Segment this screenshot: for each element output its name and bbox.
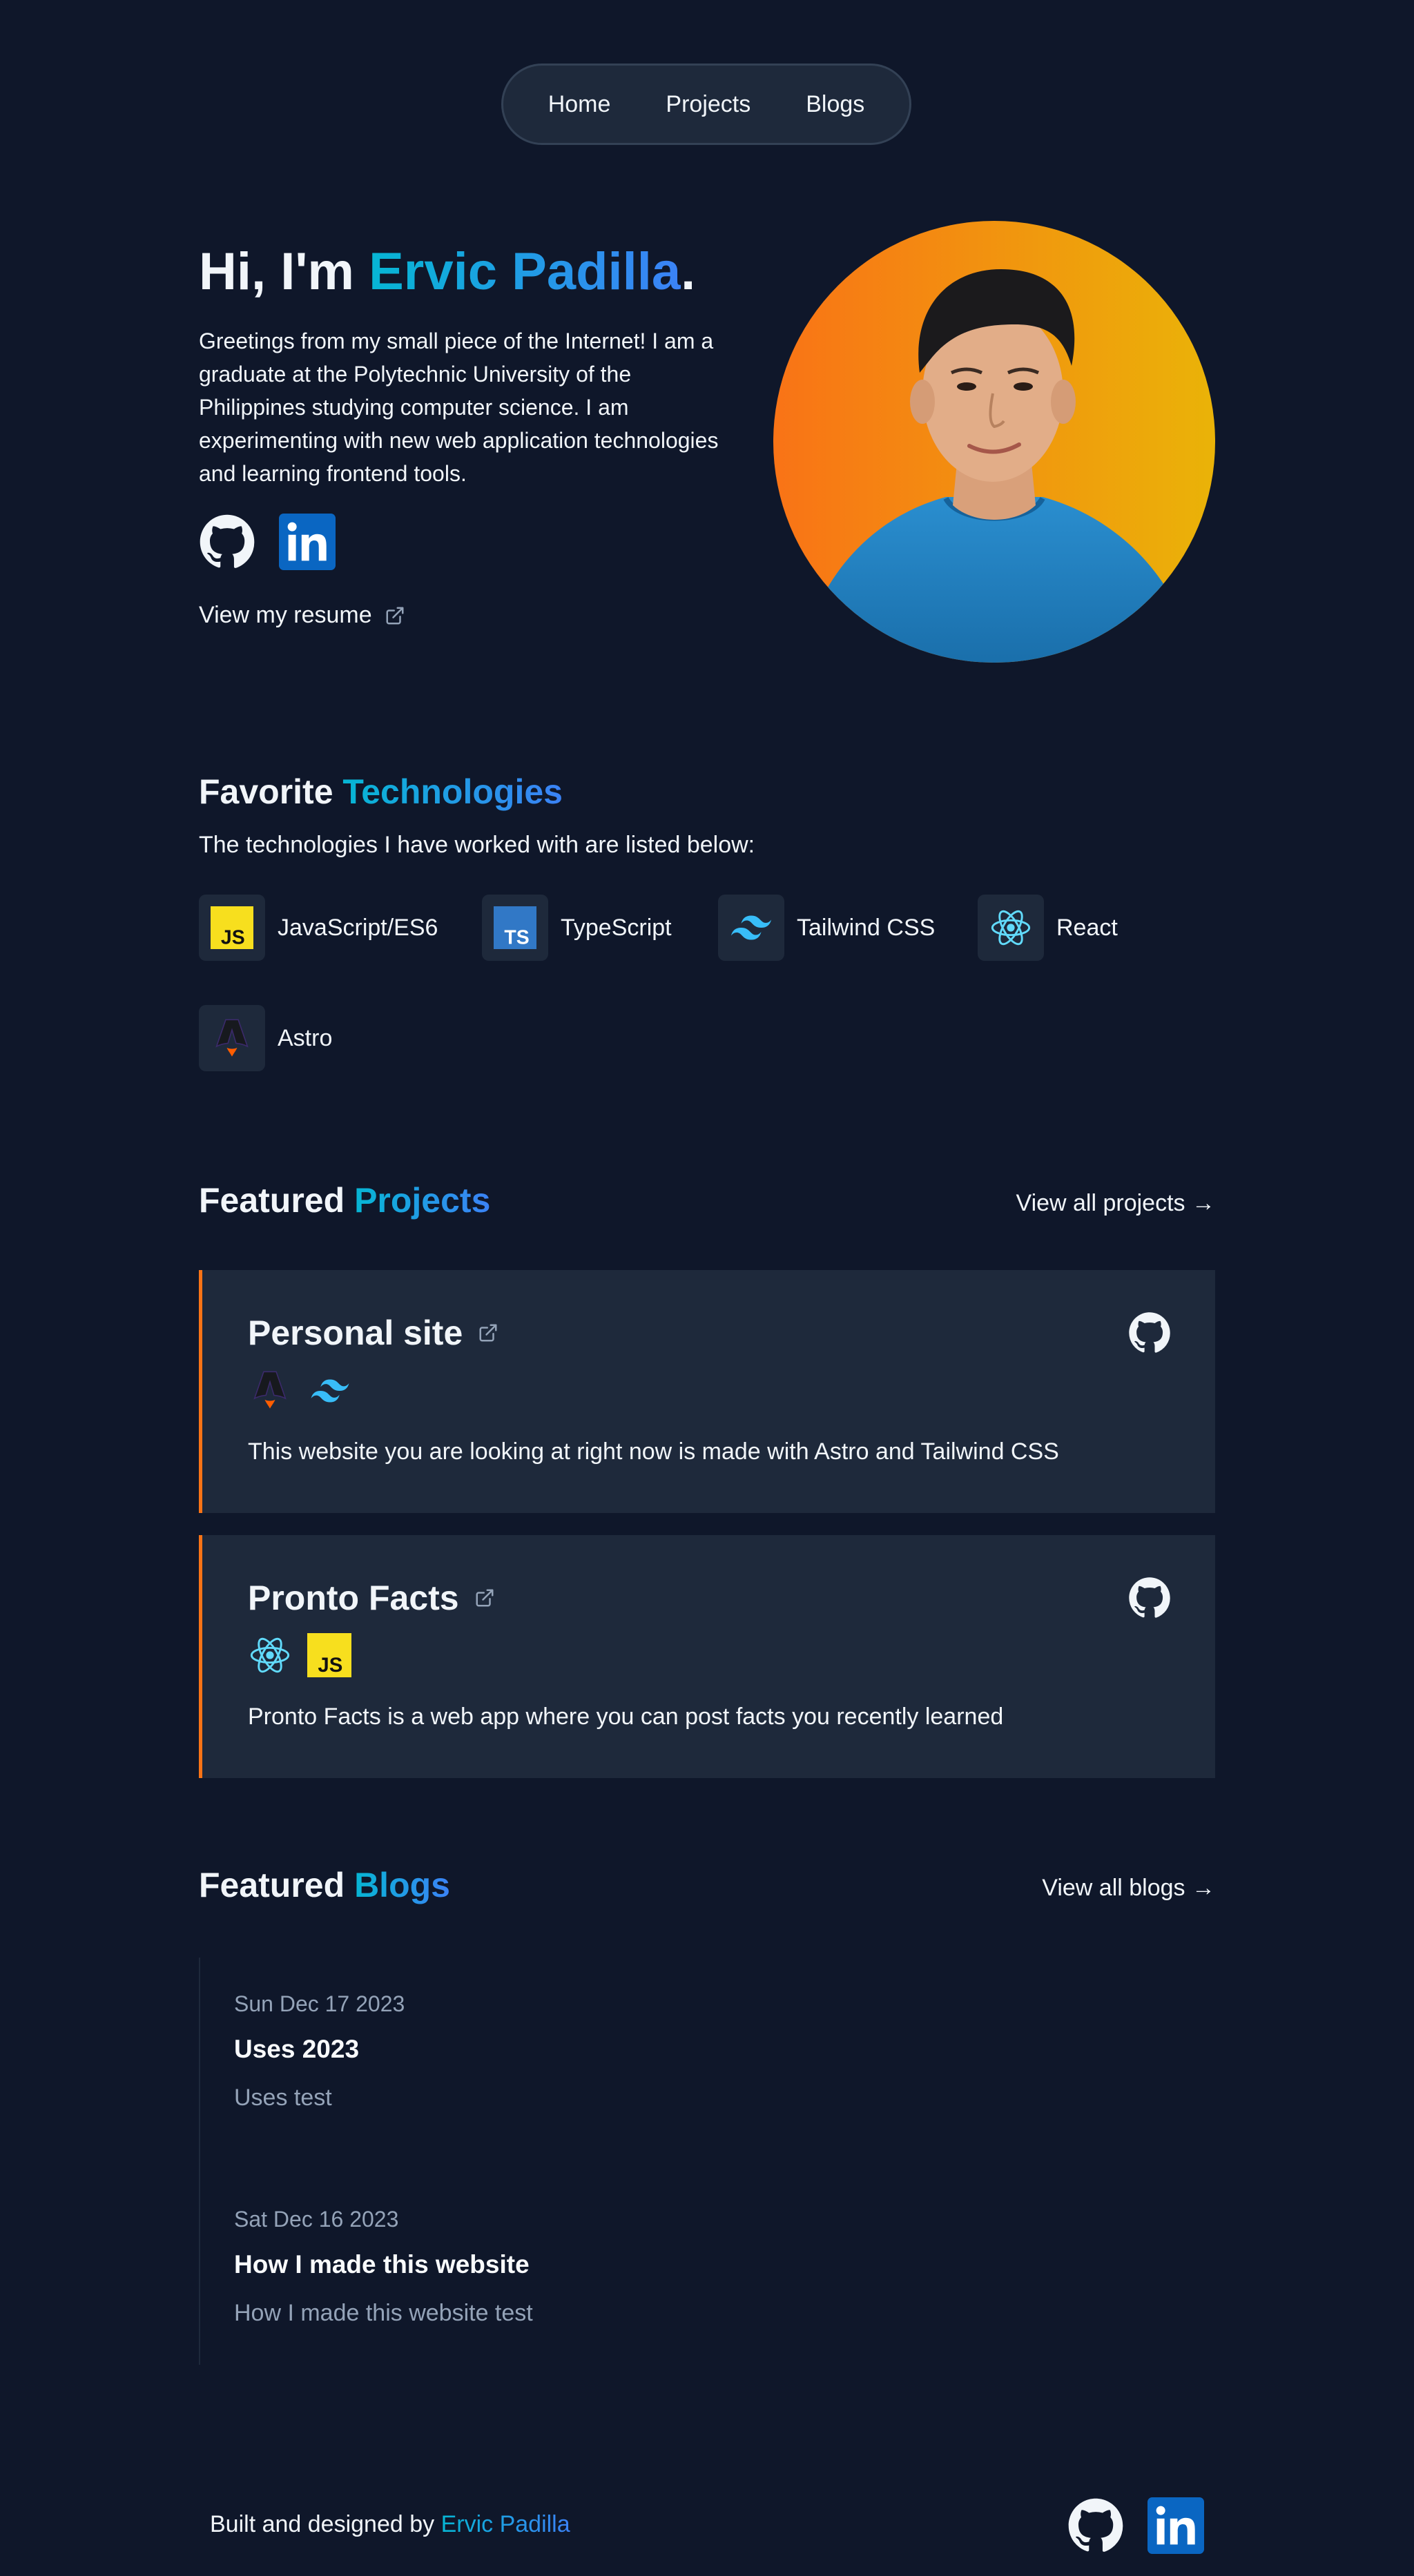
github-icon[interactable] — [1128, 1311, 1171, 1354]
external-link-icon[interactable] — [474, 1588, 495, 1608]
nav-blogs-link[interactable]: Blogs — [806, 91, 864, 118]
javascript-icon — [211, 906, 253, 949]
blog-date: Sat Dec 16 2023 — [234, 2207, 399, 2232]
javascript-icon — [307, 1633, 351, 1677]
portrait-illustration — [801, 269, 1194, 663]
hero-description: Greetings from my small piece of the Int… — [199, 329, 719, 486]
projects-heading-accent: Projects — [354, 1181, 491, 1220]
project-title: Pronto Facts — [248, 1578, 495, 1618]
blogs-heading-plain: Featured — [199, 1866, 355, 1904]
view-all-projects-link[interactable]: View all projects → — [1016, 1190, 1216, 1217]
tech-item-react: React — [978, 895, 1118, 961]
projects-heading-plain: Featured — [199, 1181, 355, 1220]
blog-summary: How I made this website test — [234, 2300, 533, 2326]
avatar — [773, 221, 1215, 663]
external-link-icon[interactable] — [478, 1323, 498, 1343]
github-icon[interactable] — [1067, 2497, 1124, 2554]
tech-item-typescript: TypeScript — [482, 895, 672, 961]
project-title: Personal site — [248, 1313, 498, 1353]
project-title-link[interactable]: Pronto Facts — [248, 1578, 459, 1618]
blogs-heading: Featured Blogs — [199, 1865, 450, 1905]
hero-greeting: Hi, I'm — [199, 242, 369, 301]
project-title-link[interactable]: Personal site — [248, 1313, 463, 1353]
technologies-subtitle: The technologies I have worked with are … — [199, 832, 755, 858]
astro-icon — [210, 1016, 254, 1060]
blog-title-link[interactable]: How I made this website — [234, 2250, 530, 2279]
hero-social-links — [199, 514, 336, 570]
projects-heading: Featured Projects — [199, 1180, 490, 1220]
footer-credit-text: Built and designed by — [210, 2511, 441, 2537]
footer-social-links — [1067, 2497, 1204, 2554]
astro-icon — [248, 1368, 292, 1412]
tech-item-javascript: JavaScript/ES6 — [199, 895, 438, 961]
tech-label: React — [1056, 914, 1118, 941]
react-icon — [989, 906, 1033, 950]
nav-home-link[interactable]: Home — [548, 91, 611, 118]
project-description: Pronto Facts is a web app where you can … — [248, 1704, 1004, 1730]
tailwind-icon — [307, 1368, 353, 1414]
tech-label: JavaScript/ES6 — [278, 914, 438, 941]
hero-period: . — [681, 242, 696, 301]
project-description: This website you are looking at right no… — [248, 1438, 1059, 1465]
linkedin-icon[interactable] — [1147, 2497, 1204, 2554]
tech-icon-box — [718, 895, 784, 961]
blog-summary: Uses test — [234, 2085, 332, 2111]
external-link-icon — [385, 605, 405, 626]
project-card-personal-site: Personal site This website you are looki… — [199, 1270, 1215, 1513]
tech-item-astro: Astro — [199, 1005, 332, 1071]
linkedin-icon[interactable] — [279, 514, 336, 570]
footer-credit: Built and designed by Ervic Padilla — [210, 2511, 570, 2538]
blog-title-link[interactable]: Uses 2023 — [234, 2035, 359, 2064]
footer-author-name: Ervic Padilla — [440, 2511, 570, 2537]
technologies-heading-plain: Favorite — [199, 772, 343, 811]
resume-label: View my resume — [199, 602, 372, 628]
tech-icon-box — [482, 895, 548, 961]
technologies-heading: Favorite Technologies — [199, 772, 563, 812]
tech-icon-box — [199, 1005, 265, 1071]
tech-label: TypeScript — [561, 914, 672, 941]
hero-name: Ervic Padilla — [369, 242, 681, 301]
resume-link[interactable]: View my resume — [199, 602, 405, 629]
tech-label: Tailwind CSS — [797, 914, 936, 941]
tech-icon-box — [199, 895, 265, 961]
tech-label: Astro — [278, 1024, 333, 1051]
react-icon — [248, 1633, 292, 1677]
project-card-pronto-facts: Pronto Facts Pronto Facts is a web app w… — [199, 1535, 1215, 1778]
github-icon[interactable] — [1128, 1577, 1171, 1619]
tech-icon-box — [978, 895, 1044, 961]
blog-date: Sun Dec 17 2023 — [234, 1991, 405, 2016]
nav-projects-link[interactable]: Projects — [666, 91, 750, 118]
project-tech-list — [248, 1633, 351, 1677]
hero-title: Hi, I'm Ervic Padilla. — [199, 242, 695, 302]
technologies-heading-accent: Technologies — [342, 772, 563, 811]
blog-timeline-rail — [199, 1958, 200, 2365]
tailwind-icon — [727, 904, 775, 952]
project-tech-list — [248, 1368, 353, 1414]
top-nav: Home Projects Blogs — [501, 64, 911, 145]
typescript-icon — [494, 906, 536, 949]
github-icon[interactable] — [199, 514, 255, 570]
blogs-heading-accent: Blogs — [354, 1866, 450, 1904]
tech-item-tailwind: Tailwind CSS — [718, 895, 935, 961]
view-all-blogs-link[interactable]: View all blogs → — [1042, 1875, 1215, 1902]
